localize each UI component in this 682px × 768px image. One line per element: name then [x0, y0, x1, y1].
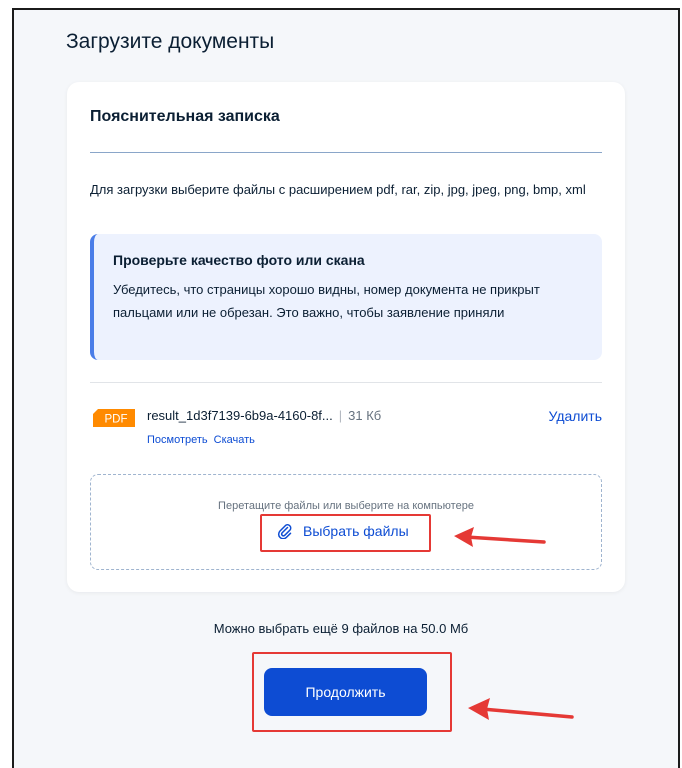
dropzone-hint: Перетащите файлы или выберите на компьют… [218, 500, 474, 512]
file-size: 31 Кб [348, 408, 382, 423]
continue-button[interactable]: Продолжить [264, 668, 427, 716]
divider [90, 152, 602, 153]
svg-text:PDF: PDF [105, 414, 128, 426]
divider [90, 382, 602, 383]
view-file-link[interactable]: Посмотреть [147, 434, 208, 446]
arrow-annotation [466, 693, 576, 732]
download-file-link[interactable]: Скачать [214, 434, 255, 446]
file-separator: | [338, 408, 343, 423]
notice-text: Убедитесь, что страницы хорошо видны, но… [113, 282, 540, 320]
annotation-box [260, 514, 431, 552]
quality-notice: Проверьте качество фото или скана Убедит… [90, 234, 602, 360]
file-actions: Посмотреть Скачать [147, 434, 261, 446]
card-title: Пояснительная записка [90, 108, 280, 125]
arrow-annotation [452, 525, 546, 558]
file-types-hint: Для загрузки выберите файлы с расширение… [90, 182, 586, 197]
file-info: result_1d3f7139-6b9a-4160-8f... | 31 Кб [147, 408, 381, 423]
file-name: result_1d3f7139-6b9a-4160-8f... [147, 408, 333, 423]
pdf-badge-icon: PDF [93, 409, 135, 427]
files-limit-text: Можно выбрать ещё 9 файлов на 50.0 Мб [213, 621, 469, 636]
page-title: Загрузите документы [66, 30, 275, 53]
notice-title: Проверьте качество фото или скана [113, 252, 365, 268]
delete-file-link[interactable]: Удалить [549, 408, 602, 424]
